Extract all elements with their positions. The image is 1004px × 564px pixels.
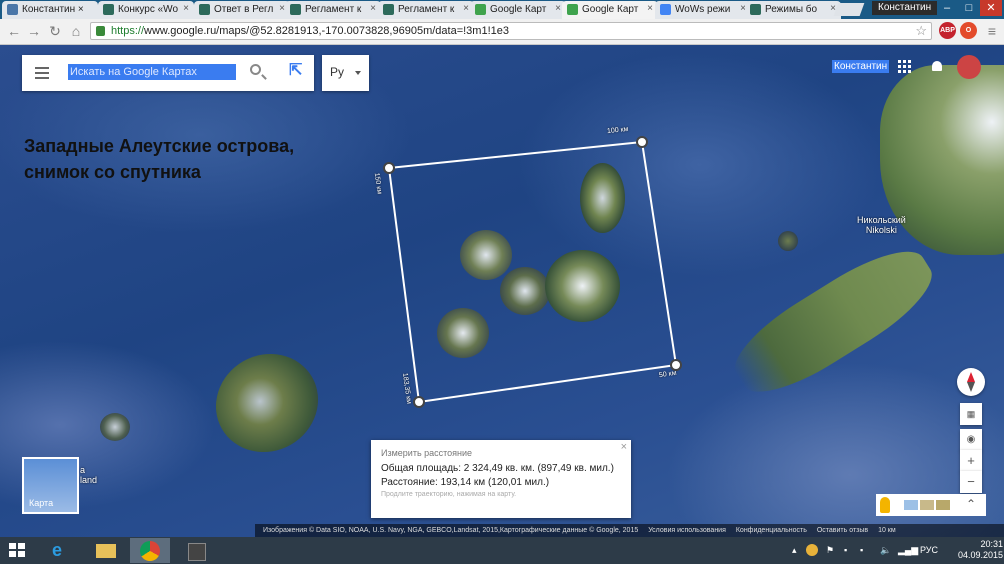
google-maps-icon xyxy=(567,4,578,15)
menu-icon[interactable] xyxy=(35,67,49,79)
chevron-down-icon xyxy=(355,71,361,75)
notifications-bell-icon[interactable] xyxy=(932,61,942,71)
lock-icon xyxy=(96,26,105,36)
wows-icon xyxy=(199,4,210,15)
close-window-button[interactable]: ✕ xyxy=(980,0,1002,16)
windows-start-icon[interactable] xyxy=(9,543,26,558)
tab-wows-modes[interactable]: WoWs режи × xyxy=(655,1,751,19)
map-caption: Западные Алеутские острова, снимок со сп… xyxy=(24,136,295,182)
tab-google-maps-2[interactable]: Google Карт × xyxy=(562,1,658,19)
measure-node[interactable] xyxy=(383,162,395,174)
browser-tab-bar: Константин × Конкурс «Wo × Ответ в Регл × … xyxy=(0,0,1004,19)
new-tab-button[interactable] xyxy=(833,3,865,16)
minimize-button[interactable]: – xyxy=(936,0,958,16)
close-icon[interactable]: × xyxy=(463,3,469,14)
tab-battle-modes[interactable]: Режимы бо × xyxy=(745,1,841,19)
volume-icon[interactable]: 🔈 xyxy=(880,545,891,556)
tab-contest[interactable]: Конкурс «Wo × xyxy=(98,1,194,19)
measure-node[interactable] xyxy=(636,136,648,148)
browser-user-chip[interactable]: Константин xyxy=(872,1,938,15)
satellite-map[interactable]: 100 км 150 км 50 км 183,35 км Никольский… xyxy=(0,45,1004,537)
close-icon[interactable]: × xyxy=(647,3,653,14)
language-dropdown[interactable]: Ру xyxy=(322,55,369,91)
world-of-tanks-icon[interactable] xyxy=(176,538,216,563)
imagery-thumbnail[interactable] xyxy=(936,500,950,510)
home-icon[interactable]: ⌂ xyxy=(68,23,84,39)
close-icon[interactable]: × xyxy=(555,3,561,14)
browser-menu-icon[interactable]: ≡ xyxy=(984,23,1000,39)
browser-toolbar: ← → ↻ ⌂ https://www.google.ru/maps/@52.8… xyxy=(0,19,1004,45)
island-label: a land xyxy=(80,465,98,485)
scale-bar[interactable]: 10 км xyxy=(878,527,896,534)
map-footer: Изображения © Data SIO, NOAA, U.S. Navy,… xyxy=(255,524,1004,537)
file-explorer-icon[interactable] xyxy=(86,538,126,563)
wows-icon xyxy=(750,4,761,15)
url-text: https://www.google.ru/maps/@52.8281913,-… xyxy=(111,25,509,37)
account-name[interactable]: Константин xyxy=(832,60,890,73)
reload-icon[interactable]: ↻ xyxy=(47,23,63,39)
close-icon[interactable]: × xyxy=(183,3,189,14)
extension-icon[interactable]: O xyxy=(960,22,977,39)
my-location-icon[interactable]: ◉ xyxy=(960,429,982,451)
avatar[interactable] xyxy=(957,55,981,79)
wows-icon xyxy=(290,4,301,15)
google-icon xyxy=(660,4,671,15)
feedback-link[interactable]: Оставить отзыв xyxy=(817,527,868,534)
wows-icon xyxy=(103,4,114,15)
pegman-icon[interactable] xyxy=(880,497,890,513)
input-language[interactable]: РУС xyxy=(920,545,938,555)
forward-arrow-icon[interactable]: → xyxy=(26,23,42,39)
tab-reglament-1[interactable]: Регламент к × xyxy=(285,1,381,19)
privacy-link[interactable]: Конфиденциальность xyxy=(736,527,807,534)
address-bar[interactable]: https://www.google.ru/maps/@52.8281913,-… xyxy=(90,22,932,40)
attribution-text: Изображения © Data SIO, NOAA, U.S. Navy,… xyxy=(263,527,639,534)
tab-google-maps-1[interactable]: Google Карт × xyxy=(470,1,566,19)
zoom-in-button[interactable]: + xyxy=(960,450,982,472)
imagery-thumbnail[interactable] xyxy=(920,500,934,510)
tray-app-icon[interactable]: ▪ xyxy=(860,545,863,555)
imagery-thumbnail[interactable] xyxy=(904,500,918,510)
back-arrow-icon[interactable]: ← xyxy=(6,23,22,39)
compass-icon[interactable] xyxy=(957,368,985,396)
chrome-taskbar-icon[interactable] xyxy=(130,538,170,563)
internet-explorer-icon[interactable]: e xyxy=(42,538,82,563)
bottom-tools: ⌃ xyxy=(876,494,986,516)
measure-node[interactable] xyxy=(413,396,425,408)
map-layer-toggle[interactable]: Карта xyxy=(22,457,79,514)
tab-vk[interactable]: Константин × xyxy=(2,1,98,19)
tray-flag-icon[interactable]: ⚑ xyxy=(826,545,834,556)
measure-hint: Продлите траекторию, нажимая на карту. xyxy=(381,491,517,498)
wows-icon xyxy=(383,4,394,15)
tab-reglament-2[interactable]: Регламент к × xyxy=(378,1,474,19)
zoom-out-button[interactable]: − xyxy=(960,471,982,493)
search-box: Искать на Google Картах ⇱ xyxy=(22,55,314,91)
directions-icon[interactable]: ⇱ xyxy=(289,63,303,79)
maximize-button[interactable]: □ xyxy=(958,0,980,16)
terms-link[interactable]: Условия использования xyxy=(648,527,726,534)
tilt-icon[interactable]: ▦ xyxy=(960,403,982,425)
windows-taskbar: e ▴ ⚑ ▪ ▪ 🔈 ▂▄▆ РУС 20:31 04.09.2015 xyxy=(0,537,1004,564)
tray-app-icon[interactable] xyxy=(806,544,818,556)
search-input[interactable]: Искать на Google Картах xyxy=(68,64,236,80)
system-clock[interactable]: 20:31 04.09.2015 xyxy=(958,539,1003,561)
network-icon[interactable]: ▂▄▆ xyxy=(898,545,918,556)
tray-show-hidden-icon[interactable]: ▴ xyxy=(792,545,797,556)
tab-answer[interactable]: Ответ в Регл × xyxy=(194,1,290,19)
measure-distance: Расстояние: 193,14 км (120,01 мил.) xyxy=(381,477,550,488)
measure-area: Общая площадь: 2 324,49 кв. км. (897,49 … xyxy=(381,463,614,474)
search-icon[interactable] xyxy=(250,64,261,75)
google-maps-icon xyxy=(475,4,486,15)
chevron-up-icon[interactable]: ⌃ xyxy=(966,497,976,511)
vk-icon xyxy=(7,4,18,15)
close-icon[interactable]: × xyxy=(621,441,627,453)
measure-title: Измерить расстояние xyxy=(381,448,473,458)
apps-grid-icon[interactable] xyxy=(898,60,912,74)
measure-distance-card: × Измерить расстояние Общая площадь: 2 3… xyxy=(371,440,631,518)
tray-app-icon[interactable]: ▪ xyxy=(844,545,847,555)
place-label-nikolski[interactable]: Никольский Nikolski xyxy=(857,215,906,235)
close-icon[interactable]: × xyxy=(370,3,376,14)
adblock-plus-icon[interactable]: ABP xyxy=(939,22,956,39)
bookmark-star-icon[interactable]: ☆ xyxy=(915,23,927,39)
